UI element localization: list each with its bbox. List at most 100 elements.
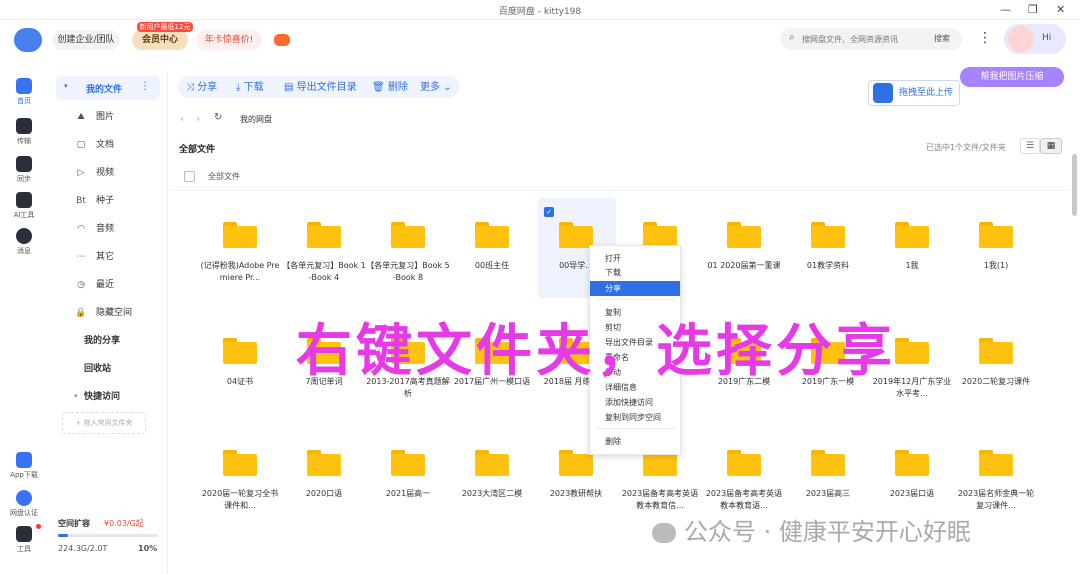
download-icon: ⤓ (236, 82, 244, 93)
folder-item[interactable]: 1我(1) (954, 222, 1038, 272)
primary-sidebar: 首页 传输 同步 AI工具 消息 App下载 网盘认证 工具 (0, 70, 48, 574)
nav-messages-label: 消息 (17, 247, 31, 255)
compress-image-tip[interactable]: 帮我把图片压缩 (960, 67, 1064, 87)
folder-item[interactable]: 01教学资料 (786, 222, 870, 272)
context-menu-item[interactable]: 复制到同步空间 (590, 410, 680, 425)
game-controller-icon[interactable] (274, 34, 290, 46)
my-files-item[interactable]: ▾ 我的文件 ⋮ (56, 76, 160, 100)
folder-item[interactable]: 1我 (870, 222, 954, 272)
nav-item-5[interactable]: ⋯ 其它 (58, 246, 158, 268)
folder-item[interactable]: 2023届口语 (870, 450, 954, 500)
download-button[interactable]: ⤓ 下载 (236, 78, 264, 98)
grid-view-icon[interactable]: ▦ (1040, 138, 1062, 154)
assistant-entry[interactable]: Hi (1004, 24, 1066, 54)
context-menu-item[interactable]: 下载 (590, 265, 680, 280)
nav-item-label: 音频 (96, 224, 115, 234)
nav-item-2[interactable]: ▷ 视频 (58, 162, 158, 184)
storage-used: 224.3G/2.0T (58, 544, 108, 553)
selected-checkbox[interactable]: ✓ (544, 207, 554, 217)
nav-verify[interactable]: 网盘认证 (6, 490, 42, 518)
nav-item-0[interactable]: ⛰ 图片 (58, 106, 158, 128)
collapse-icon: ▾ (64, 82, 68, 90)
watermark: 公众号 · 健康平安开心好眠 (652, 512, 971, 548)
add-common-folder[interactable]: + 拖入常用文件夹 (62, 412, 146, 434)
folder-item[interactable]: 2023大湾区二模 (450, 450, 534, 500)
folder-name: 2023届口语 (889, 489, 935, 498)
folder-item[interactable]: 2023届备考高考英语教本教育语... (702, 450, 786, 512)
folder-icon (979, 338, 1013, 364)
user-avatar-icon[interactable] (14, 28, 42, 52)
nav-sync[interactable]: 同步 (6, 156, 42, 184)
nav-ai-tools[interactable]: AI工具 (6, 192, 42, 220)
folder-item[interactable]: 2021届高一 (366, 450, 450, 500)
folder-icon (391, 222, 425, 248)
nav-item-7[interactable]: 🔒 隐藏空间 (58, 302, 158, 324)
search-box[interactable]: ⌕ 搜索 (780, 28, 962, 50)
context-menu-item[interactable]: 分享 (590, 281, 680, 296)
refresh-icon[interactable]: ↻ (214, 112, 222, 123)
folder-item[interactable]: (记得粉我)Adobe Premiere Pr... (198, 222, 282, 284)
minimize-icon[interactable]: — (1000, 3, 1011, 16)
folder-item[interactable]: 2020二轮复习课件 (954, 338, 1038, 388)
nav-home-label: 首页 (17, 97, 31, 105)
folder-item[interactable]: 2020口语 (282, 450, 366, 500)
nav-item-1[interactable]: ▢ 文档 (58, 134, 158, 156)
sync-icon (16, 156, 32, 172)
search-button[interactable]: 搜索 (934, 33, 950, 44)
download-label: 下载 (243, 82, 264, 93)
share-button[interactable]: ⤨ 分享 (186, 78, 217, 98)
context-menu-item[interactable]: 添加快捷访问 (590, 395, 680, 410)
delete-button[interactable]: 🗑 删除 (372, 78, 408, 98)
nav-my-share[interactable]: 我的分享 (84, 330, 184, 352)
folder-item[interactable]: 2023教研帮扶 (534, 450, 618, 500)
folder-item[interactable]: 【各单元复习】Book 5-Book 8 (366, 222, 450, 284)
folder-item[interactable]: 2020届一轮复习全书课件和... (198, 450, 282, 512)
context-menu-item[interactable]: 删除 (590, 434, 680, 449)
folder-item[interactable]: 00班主任 (450, 222, 534, 272)
folder-item[interactable]: 01 2020届第一董课 (702, 222, 786, 272)
storage-price-link[interactable]: ¥0.03/G起 (104, 518, 144, 529)
folder-icon (307, 450, 341, 476)
folder-item[interactable]: 【各单元复习】Book 1-Book 4 (282, 222, 366, 284)
member-center-button[interactable]: 会员中心 (132, 30, 188, 50)
drag-upload-box[interactable]: 拖拽至此上传 (868, 80, 960, 106)
close-icon[interactable]: ✕ (1056, 3, 1065, 16)
scrollbar-thumb[interactable] (1072, 154, 1077, 216)
folder-icon (307, 222, 341, 248)
nav-item-label: 文档 (96, 140, 115, 150)
nav-item-6[interactable]: ◷ 最近 (58, 274, 158, 296)
export-directory-button[interactable]: ▤ 导出文件目录 (284, 78, 357, 98)
forward-icon[interactable]: › (196, 112, 200, 125)
maximize-icon[interactable]: ❐ (1028, 3, 1038, 16)
nav-home[interactable]: 首页 (6, 78, 42, 106)
context-menu-item[interactable]: 打开 (590, 251, 680, 266)
nav-quick-access[interactable]: 快捷访问 (84, 386, 184, 408)
nav-item-3[interactable]: Bt 种子 (58, 190, 158, 212)
folder-name: (记得粉我)Adobe Premiere Pr... (200, 261, 280, 282)
nav-transfer[interactable]: 传输 (6, 118, 42, 146)
folder-icon (979, 222, 1013, 248)
nav-messages[interactable]: 消息 (6, 228, 42, 256)
select-all-checkbox[interactable] (184, 171, 195, 182)
folder-item[interactable]: 2023届名师金典一轮复习课件... (954, 450, 1038, 512)
folder-item[interactable]: 2023届高三 (786, 450, 870, 500)
folder-icon (895, 222, 929, 248)
nav-recycle-bin[interactable]: 回收站 (84, 358, 184, 380)
list-view-icon[interactable]: ☰ (1020, 138, 1040, 154)
back-icon[interactable]: ‹ (180, 112, 184, 125)
breadcrumb[interactable]: 我的网盘 (240, 114, 272, 125)
folder-item[interactable]: 2023届备考高考英语教本教育信... (618, 450, 702, 512)
menu-divider (596, 428, 676, 429)
nav-tools[interactable]: 工具 (6, 526, 42, 554)
search-input[interactable] (802, 32, 926, 46)
more-button[interactable]: 更多 ⌄ (420, 78, 452, 98)
nav-app-download[interactable]: App下载 (6, 452, 42, 480)
folder-item[interactable]: 04证书 (198, 338, 282, 388)
folder-icon (559, 450, 593, 476)
my-files-more-icon[interactable]: ⋮ (140, 81, 150, 92)
create-team-button[interactable]: 创建企业/团队 (52, 30, 120, 50)
more-options-icon[interactable]: ⋮ (978, 30, 992, 46)
folder-icon (727, 222, 761, 248)
annual-offer-button[interactable]: 年卡惊喜价! (196, 30, 262, 50)
nav-item-4[interactable]: ◠ 音频 (58, 218, 158, 240)
